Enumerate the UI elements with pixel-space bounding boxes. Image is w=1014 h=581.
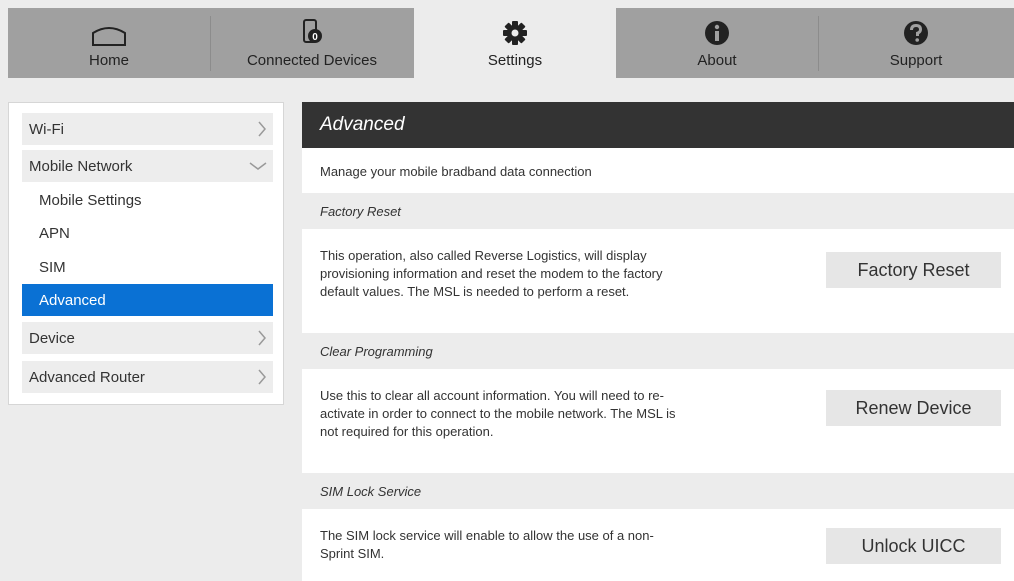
sidebar-item-label: Advanced Router (29, 368, 145, 386)
description-line: The SIM lock service will enable to allo… (320, 528, 654, 543)
section-heading-sim-lock-service: SIM Lock Service (302, 473, 1014, 509)
sidebar-item-advanced[interactable]: Advanced (22, 284, 273, 316)
tab-settings-label: Settings (487, 52, 543, 69)
sim-lock-service-description: The SIM lock service will enable to allo… (320, 527, 790, 563)
advanced-settings-panel: Advanced Manage your mobile bradband dat… (302, 102, 1014, 581)
top-navigation: Home 0 Connected Devices Settings About … (8, 8, 1014, 82)
description-line: This operation, also called Reverse Logi… (320, 248, 647, 263)
section-heading-clear-programming: Clear Programming (302, 333, 1014, 369)
sidebar-item-apn[interactable]: APN (22, 217, 273, 249)
page-title: Advanced (302, 102, 1014, 148)
gear-icon (503, 21, 527, 45)
settings-sidebar: Wi-Fi Mobile Network Mobile Settings APN… (8, 102, 284, 405)
sidebar-item-wifi[interactable]: Wi-Fi (22, 113, 273, 145)
description-line: activate in order to connect to the mobi… (320, 406, 676, 421)
section-heading-factory-reset: Factory Reset (302, 193, 1014, 229)
sidebar-item-label: Wi-Fi (29, 120, 64, 138)
tab-connected-devices-label: Connected Devices (246, 52, 378, 69)
sidebar-item-label: Mobile Network (29, 157, 133, 175)
info-icon (705, 21, 729, 45)
tab-about[interactable]: About (616, 8, 818, 78)
renew-device-button[interactable]: Renew Device (826, 390, 1001, 426)
description-line: default values. The MSL is needed to per… (320, 284, 630, 299)
help-icon (904, 21, 928, 45)
clear-programming-description: Use this to clear all account informatio… (320, 387, 790, 441)
chevron-right-icon (257, 113, 267, 145)
description-line: provisioning information and reset the m… (320, 266, 663, 281)
page-description: Manage your mobile bradband data connect… (320, 164, 592, 179)
tab-settings[interactable]: Settings (414, 8, 616, 82)
sidebar-item-mobile-settings[interactable]: Mobile Settings (22, 184, 273, 216)
sidebar-item-mobile-network[interactable]: Mobile Network (22, 150, 273, 182)
factory-reset-description: This operation, also called Reverse Logi… (320, 247, 790, 301)
sidebar-item-label: Mobile Settings (39, 191, 142, 209)
factory-reset-button[interactable]: Factory Reset (826, 252, 1001, 288)
unlock-uicc-button[interactable]: Unlock UICC (826, 528, 1001, 564)
sidebar-item-label: Device (29, 329, 75, 347)
sidebar-item-label: SIM (39, 258, 66, 276)
tab-home-label: Home (88, 52, 129, 69)
description-line: Use this to clear all account informatio… (320, 388, 664, 403)
description-line: Sprint SIM. (320, 546, 385, 561)
chevron-right-icon (257, 322, 267, 354)
chevron-right-icon (257, 361, 267, 393)
tab-support-label: Support (889, 52, 943, 69)
tab-connected-devices[interactable]: 0 Connected Devices (210, 8, 414, 78)
connected-devices-count: 0 (312, 32, 318, 43)
sidebar-item-advanced-router[interactable]: Advanced Router (22, 361, 273, 393)
connected-devices-icon: 0 (303, 19, 322, 43)
tab-support[interactable]: Support (818, 8, 1014, 78)
tab-home[interactable]: Home (8, 8, 210, 78)
home-icon (92, 27, 126, 46)
sidebar-item-label: Advanced (39, 291, 106, 309)
sidebar-item-device[interactable]: Device (22, 322, 273, 354)
description-line: not required for this operation. (320, 424, 494, 439)
sidebar-item-label: APN (39, 224, 70, 242)
chevron-down-icon (249, 150, 267, 182)
tab-about-label: About (697, 52, 737, 69)
sidebar-item-sim[interactable]: SIM (22, 251, 273, 283)
